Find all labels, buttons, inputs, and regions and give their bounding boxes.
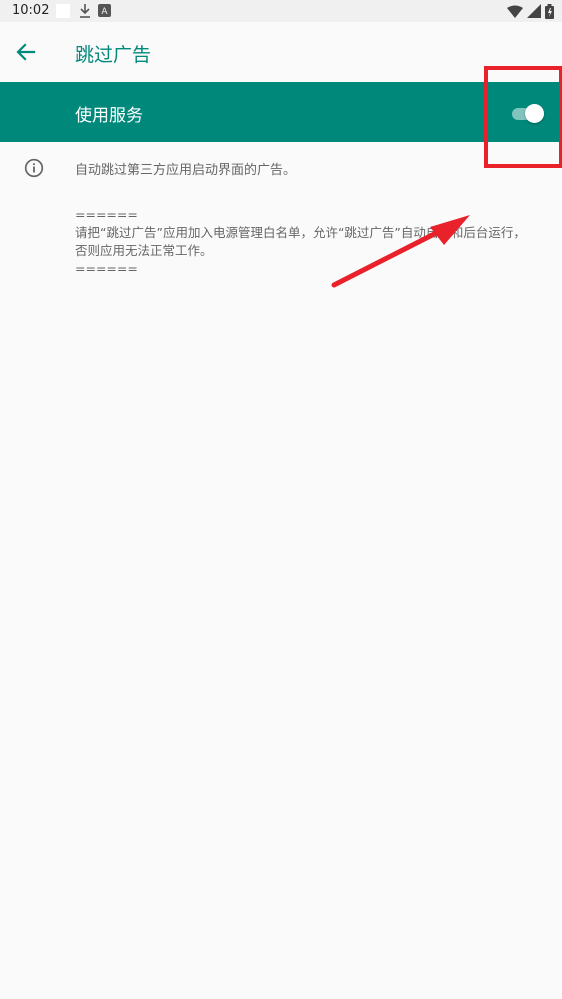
red-arrow-annotation-icon — [331, 215, 470, 288]
download-icon — [80, 4, 90, 18]
accessibility-app-icon: A — [98, 4, 111, 17]
wifi-icon — [507, 5, 523, 18]
status-icons — [507, 3, 554, 19]
status-time: 10:02 — [12, 3, 50, 18]
master-switch-label: 使用服务 — [75, 106, 143, 126]
notification-placeholder-icon — [56, 4, 70, 18]
back-button[interactable] — [12, 38, 40, 66]
cell-signal-icon — [527, 4, 541, 18]
battery-icon — [545, 3, 554, 19]
master-switch-bar[interactable]: 使用服务 — [0, 82, 562, 142]
page-title: 跳过广告 — [75, 44, 152, 66]
highlight-annotation-box — [484, 66, 562, 168]
info-circle-icon — [24, 158, 44, 178]
status-bar: 10:02 A — [0, 0, 562, 22]
svg-text:A: A — [101, 7, 108, 17]
arrow-left-icon — [16, 43, 36, 61]
info-description: 自动跳过第三方应用启动界面的广告。 — [75, 163, 297, 178]
app-toolbar: 跳过广告 — [0, 22, 562, 82]
